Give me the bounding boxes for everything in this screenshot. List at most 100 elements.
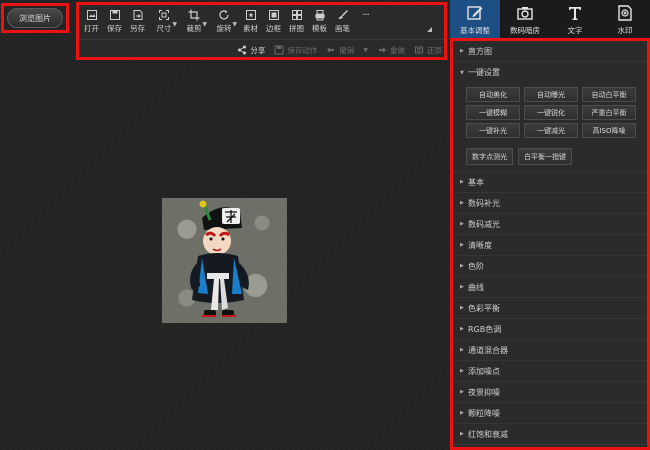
open-tool-button[interactable]: 打开 bbox=[80, 5, 103, 38]
section-rgb-tone[interactable]: ▶ RGB色调 bbox=[453, 319, 647, 340]
section-curves[interactable]: ▶ 曲线 bbox=[453, 277, 647, 298]
expand-arrow-icon: ▶ bbox=[460, 48, 464, 54]
save-action-button[interactable]: 保存动作 bbox=[274, 45, 317, 56]
save-as-icon bbox=[132, 9, 144, 21]
expand-arrow-icon: ▶ bbox=[460, 326, 464, 332]
expand-arrow-icon: ▶ bbox=[460, 221, 464, 227]
undo-button[interactable]: 撤销 ▼ bbox=[326, 45, 368, 56]
browse-image-button[interactable]: 浏览图片 bbox=[7, 8, 63, 28]
brush-icon bbox=[337, 9, 349, 21]
tab-watermark[interactable]: 水印 bbox=[600, 0, 650, 38]
quick-buttons-grid: 自动美化 自动曝光 自动白平衡 一键模糊 一键锐化 严重白平衡 一键补光 一键减… bbox=[453, 87, 647, 138]
text-icon bbox=[569, 7, 581, 20]
expand-arrow-icon: ▶ bbox=[460, 431, 464, 437]
template-tool-button[interactable]: 模板 bbox=[308, 5, 331, 38]
undo-dropdown-arrow[interactable]: ▼ bbox=[363, 47, 368, 54]
one-click-blur-button[interactable]: 一键模糊 bbox=[466, 105, 520, 120]
resize-dropdown-arrow[interactable]: ▼ bbox=[172, 21, 177, 28]
expand-arrow-icon: ▶ bbox=[460, 389, 464, 395]
restore-icon bbox=[415, 46, 423, 54]
browse-button-highlight: 浏览图片 bbox=[1, 3, 69, 33]
expand-arrow-icon: ▶ bbox=[460, 410, 464, 416]
more-tools-button[interactable]: ··· bbox=[354, 5, 377, 38]
restore-button[interactable]: 还原 bbox=[414, 45, 442, 56]
section-add-noise[interactable]: ▶ 添加噪点 bbox=[453, 361, 647, 382]
section-color-balance[interactable]: ▶ 色彩平衡 bbox=[453, 298, 647, 319]
white-balance-one-click-button[interactable]: 白平衡一指键 bbox=[518, 148, 572, 165]
material-icon bbox=[245, 9, 257, 21]
camera-icon bbox=[517, 7, 533, 20]
save-tool-button[interactable]: 保存 bbox=[103, 5, 126, 38]
border-icon bbox=[268, 9, 280, 21]
more-icon: ··· bbox=[362, 9, 370, 21]
high-iso-denoise-button[interactable]: 高ISO降噪 bbox=[582, 123, 636, 138]
toolbar-actions-row: 分享 保存动作 撤销 ▼ 重做 还原 bbox=[79, 39, 444, 60]
resize-icon bbox=[158, 9, 170, 21]
undo-icon bbox=[327, 47, 335, 53]
one-click-fill-light-button[interactable]: 一键补光 bbox=[466, 123, 520, 138]
template-icon bbox=[314, 9, 326, 21]
image-preview bbox=[162, 198, 287, 323]
one-click-body: 自动美化 自动曝光 自动白平衡 一键模糊 一键锐化 严重白平衡 一键补光 一键减… bbox=[453, 83, 647, 172]
rotate-dropdown-arrow[interactable]: ▼ bbox=[232, 21, 237, 28]
spot-metering-button[interactable]: 数字点测光 bbox=[466, 148, 513, 165]
section-night-denoise[interactable]: ▶ 夜景抑噪 bbox=[453, 382, 647, 403]
expand-arrow-icon: ▶ bbox=[460, 242, 464, 248]
redo-icon bbox=[379, 47, 386, 53]
section-one-click[interactable]: ▼ 一键设置 bbox=[453, 62, 647, 83]
section-clarity[interactable]: ▶ 清晰度 bbox=[453, 235, 647, 256]
tab-basic-adjust[interactable]: 基本调整 bbox=[450, 0, 500, 38]
main-toolbar: 打开 保存 另存 尺寸 ▼ 裁剪 ▼ 旋转 ▼ 素材 边框 拼图 模板 画笔 ·… bbox=[76, 2, 447, 60]
watermark-icon bbox=[618, 5, 632, 21]
expand-arrow-icon: ▶ bbox=[460, 200, 464, 206]
adjustment-panel: ▶ 直方图 ▼ 一键设置 自动美化 自动曝光 自动白平衡 一键模糊 一键锐化 严… bbox=[450, 38, 650, 450]
save-icon bbox=[109, 9, 121, 21]
collapse-arrow-icon: ▼ bbox=[460, 69, 464, 76]
brush-tool-button[interactable]: 画笔 bbox=[331, 5, 354, 38]
section-levels[interactable]: ▶ 色阶 bbox=[453, 256, 647, 277]
strict-white-balance-button[interactable]: 严重白平衡 bbox=[582, 105, 636, 120]
section-channel-mixer[interactable]: ▶ 通道混合器 bbox=[453, 340, 647, 361]
tab-digital-darkroom[interactable]: 数码暗房 bbox=[500, 0, 550, 38]
expand-arrow-icon: ▶ bbox=[460, 368, 464, 374]
one-click-sharpen-button[interactable]: 一键锐化 bbox=[524, 105, 578, 120]
edit-adjust-icon bbox=[467, 6, 483, 20]
opera-character-image bbox=[190, 200, 249, 317]
section-basic[interactable]: ▶ 基本 bbox=[453, 172, 647, 193]
tab-text[interactable]: 文字 bbox=[550, 0, 600, 38]
crop-icon bbox=[188, 9, 200, 21]
auto-beautify-button[interactable]: 自动美化 bbox=[466, 87, 520, 102]
section-histogram[interactable]: ▶ 直方图 bbox=[453, 41, 647, 62]
collage-tool-button[interactable]: 拼图 bbox=[285, 5, 308, 38]
toolbar-tools-row: 打开 保存 另存 尺寸 ▼ 裁剪 ▼ 旋转 ▼ 素材 边框 拼图 模板 画笔 ·… bbox=[79, 5, 444, 38]
share-button[interactable]: 分享 bbox=[237, 45, 265, 56]
resize-tool-button[interactable]: 尺寸 ▼ bbox=[149, 5, 179, 38]
section-grain-denoise[interactable]: ▶ 颗粒降噪 bbox=[453, 403, 647, 424]
rotate-tool-button[interactable]: 旋转 ▼ bbox=[209, 5, 239, 38]
share-icon bbox=[238, 45, 247, 55]
collage-icon bbox=[291, 9, 303, 21]
border-tool-button[interactable]: 边框 bbox=[262, 5, 285, 38]
one-click-dim-light-button[interactable]: 一键减光 bbox=[524, 123, 578, 138]
expand-arrow-icon: ▶ bbox=[460, 179, 464, 185]
section-red-saturation-decay[interactable]: ▶ 红饱和衰减 bbox=[453, 424, 647, 445]
expand-arrow-icon: ▶ bbox=[460, 347, 464, 353]
rotate-icon bbox=[218, 9, 230, 21]
crop-tool-button[interactable]: 裁剪 ▼ bbox=[179, 5, 209, 38]
top-tab-bar: 基本调整 数码暗房 文字 水印 bbox=[450, 0, 650, 38]
expand-arrow-icon: ▶ bbox=[460, 263, 464, 269]
auto-white-balance-button[interactable]: 自动白平衡 bbox=[582, 87, 636, 102]
crop-dropdown-arrow[interactable]: ▼ bbox=[202, 21, 207, 28]
save-as-tool-button[interactable]: 另存 bbox=[126, 5, 149, 38]
section-digital-dim-light[interactable]: ▶ 数码减光 bbox=[453, 214, 647, 235]
auto-exposure-button[interactable]: 自动曝光 bbox=[524, 87, 578, 102]
save-action-icon bbox=[274, 45, 284, 55]
toolbar-expand-icon[interactable] bbox=[427, 27, 432, 32]
material-tool-button[interactable]: 素材 bbox=[239, 5, 262, 38]
open-icon bbox=[86, 9, 98, 21]
quick-buttons-row2: 数字点测光 白平衡一指键 bbox=[453, 148, 647, 165]
expand-arrow-icon: ▶ bbox=[460, 305, 464, 311]
expand-arrow-icon: ▶ bbox=[460, 284, 464, 290]
redo-button[interactable]: 重做 bbox=[377, 45, 405, 56]
section-digital-fill-light[interactable]: ▶ 数码补光 bbox=[453, 193, 647, 214]
